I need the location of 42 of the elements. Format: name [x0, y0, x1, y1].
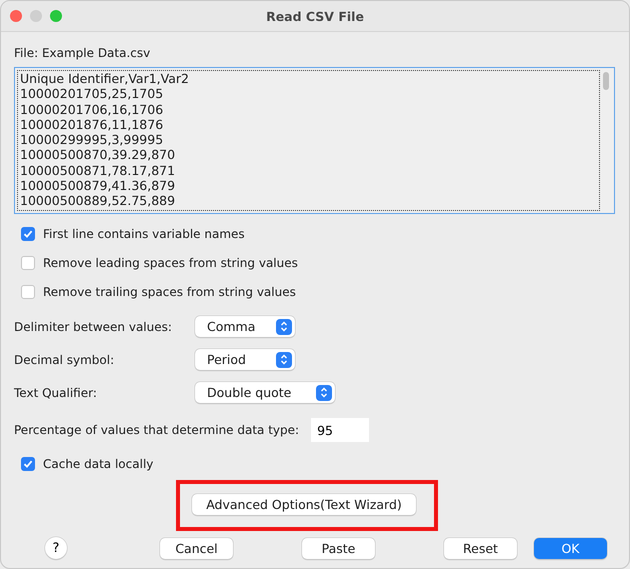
zoom-icon[interactable]	[50, 10, 62, 22]
checkmark-icon	[23, 458, 33, 468]
dropdown[interactable]: Double quote	[195, 382, 335, 403]
select-label: Decimal symbol:	[14, 352, 116, 366]
select-label: Delimiter between values:	[14, 320, 173, 334]
checkbox[interactable]	[21, 256, 35, 270]
help-button[interactable]: ?	[45, 537, 67, 559]
dialog-button[interactable]: Reset	[444, 538, 517, 558]
dialog-button[interactable]: OK	[534, 538, 607, 558]
minimize-icon[interactable]	[30, 10, 42, 22]
preview-line: 10000500871,78.17,871	[20, 162, 176, 178]
dialog-button[interactable]: Paste	[302, 538, 375, 558]
checkbox-label: Remove leading spaces from string values	[43, 256, 298, 270]
dropdown[interactable]: Period	[195, 349, 295, 370]
preview-line: 10000500870,39.29,870	[20, 147, 176, 163]
percentage-field[interactable]: 95	[311, 418, 370, 442]
window-title: Read CSV File	[266, 8, 364, 24]
dropdown[interactable]: Comma	[195, 316, 295, 337]
preview-line: 10000299995,3,99995	[20, 132, 164, 148]
preview-line: 10000500889,52.75,889	[20, 193, 176, 209]
checkbox[interactable]	[21, 284, 35, 298]
stepper-icon	[316, 384, 332, 400]
checkbox[interactable]	[21, 226, 35, 240]
scroll-thumb[interactable]	[603, 72, 609, 90]
checkbox[interactable]	[21, 456, 35, 470]
preview-line: 10000201876,11,1876	[20, 116, 164, 132]
checkmark-icon	[23, 228, 33, 238]
close-icon[interactable]	[10, 10, 22, 22]
percentage-label: Percentage of values that determine data type:	[14, 423, 300, 437]
stepper-icon	[276, 318, 292, 334]
checkbox-label: Remove trailing spaces from string values	[43, 284, 296, 298]
checkbox-label: First line contains variable names	[43, 226, 245, 240]
select-label: Text Qualifier:	[14, 386, 98, 400]
preview-line: 10000500879,41.36,879	[20, 178, 176, 194]
preview-line: 10000201705,25,1705	[20, 86, 164, 102]
file-label: File: Example Data.csv	[14, 46, 152, 60]
preview-line: Unique Identifier,Var1,Var2	[20, 71, 190, 86]
dialog-button[interactable]: Cancel	[160, 538, 233, 558]
checkbox-label: Cache data locally	[43, 456, 154, 470]
advanced-options-button[interactable]: Advanced Options(Text Wizard)	[192, 494, 416, 515]
preview-line: 10000201706,16,1706	[20, 102, 164, 117]
stepper-icon	[276, 352, 292, 368]
